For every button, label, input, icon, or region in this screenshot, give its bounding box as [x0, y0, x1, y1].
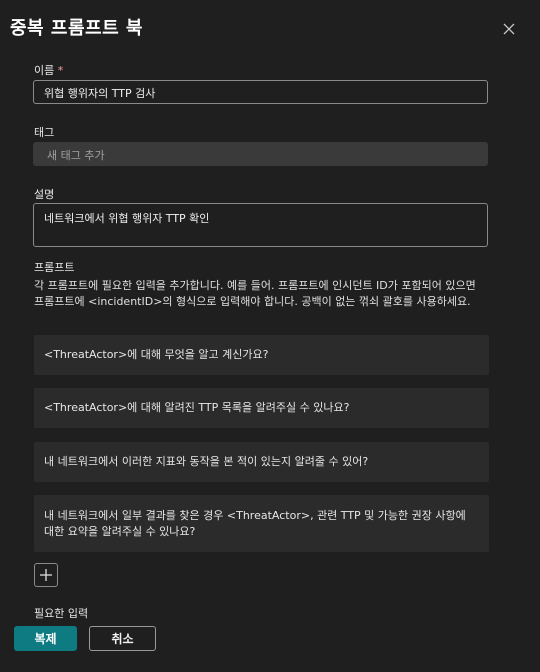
prompts-help-text: 각 프롬프트에 필요한 입력을 추가합니다. 예를 들어. 프롬프트에 인시던트… [34, 279, 476, 308]
name-label-text: 이름 [34, 64, 55, 77]
close-icon [503, 23, 515, 35]
required-marker: * [57, 64, 64, 77]
description-label: 설명 [34, 188, 55, 201]
add-prompt-button[interactable] [34, 563, 58, 587]
description-input[interactable]: 네트워크에서 위협 행위자 TTP 확인 [33, 203, 488, 247]
required-inputs-label: 필요한 입력 [34, 607, 89, 620]
tags-input[interactable]: 새 태그 추가 [33, 142, 488, 166]
name-input[interactable]: 위협 행위자의 TTP 검사 [33, 80, 488, 104]
cancel-button[interactable]: 취소 [89, 626, 156, 651]
tags-label: 태그 [34, 126, 55, 139]
prompt-item[interactable]: <ThreatActor>에 대해 알려진 TTP 목록을 알려주실 수 있나요… [34, 388, 489, 428]
dialog-title: 중복 프롬프트 북 [10, 18, 143, 39]
plus-icon [40, 569, 52, 581]
prompt-item[interactable]: 내 네트워크에서 이러한 지표와 동작을 본 적이 있는지 알려줄 수 있어? [34, 442, 489, 482]
name-label: 이름 * [34, 62, 63, 78]
close-button[interactable] [500, 20, 518, 38]
prompt-item[interactable]: 내 네트워크에서 일부 결과를 찾은 경우 <ThreatActor>, 관련 … [34, 495, 489, 552]
duplicate-button[interactable]: 복제 [14, 626, 77, 651]
prompt-item[interactable]: <ThreatActor>에 대해 무엇을 알고 계신가요? [34, 335, 489, 375]
prompts-label: 프롬프트 [34, 261, 75, 274]
